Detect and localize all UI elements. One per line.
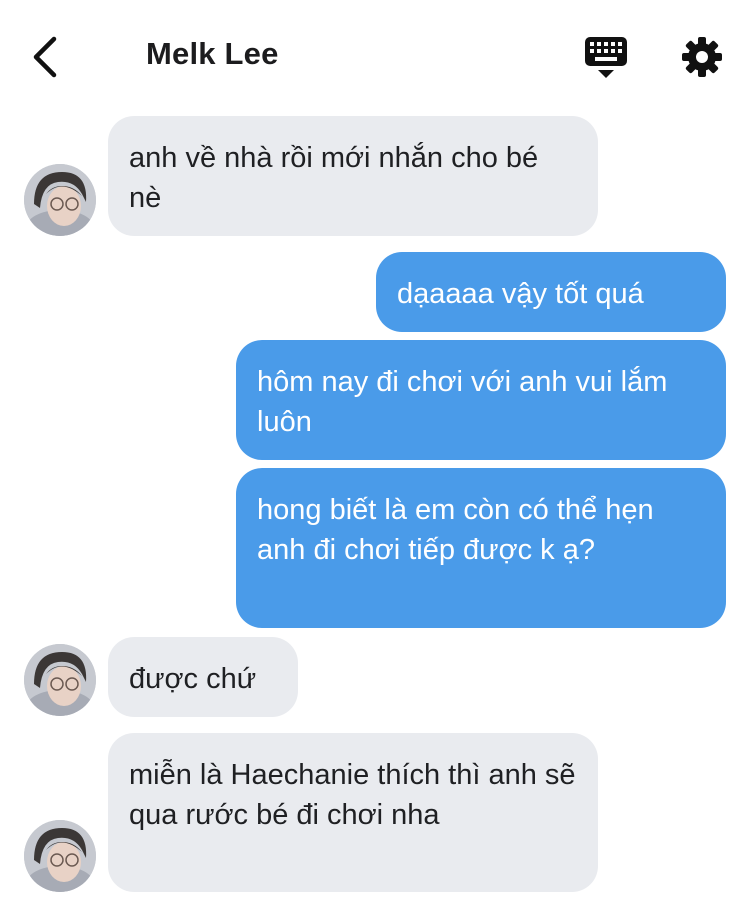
gear-icon	[682, 37, 722, 77]
message-bubble-outgoing[interactable]: hôm nay đi chơi với anh vui lắm luôn	[236, 340, 726, 460]
chat-header: Melk Lee	[0, 0, 750, 110]
message-bubble-incoming[interactable]: anh về nhà rồi mới nhắn cho bé nè	[108, 116, 598, 236]
message-bubble-outgoing[interactable]: hong biết là em còn có thể hẹn anh đi ch…	[236, 468, 726, 628]
chevron-left-icon	[33, 36, 57, 78]
avatar-photo	[24, 820, 96, 892]
avatar[interactable]	[24, 644, 96, 716]
settings-button[interactable]	[680, 35, 724, 79]
contact-name[interactable]: Melk Lee	[146, 36, 279, 72]
chat-screen: Melk Lee anh về nhà rồi mới nhắn cho bé …	[0, 0, 750, 908]
avatar-photo	[24, 644, 96, 716]
back-button[interactable]	[26, 34, 66, 80]
keyboard-button[interactable]	[584, 36, 628, 80]
message-bubble-incoming[interactable]: miễn là Haechanie thích thì anh sẽ qua r…	[108, 733, 598, 892]
keyboard-icon	[585, 37, 627, 78]
message-bubble-incoming[interactable]: được chứ	[108, 637, 298, 717]
avatar[interactable]	[24, 820, 96, 892]
avatar-photo	[24, 164, 96, 236]
avatar[interactable]	[24, 164, 96, 236]
message-bubble-outgoing[interactable]: dạaaaa vậy tốt quá	[376, 252, 726, 332]
